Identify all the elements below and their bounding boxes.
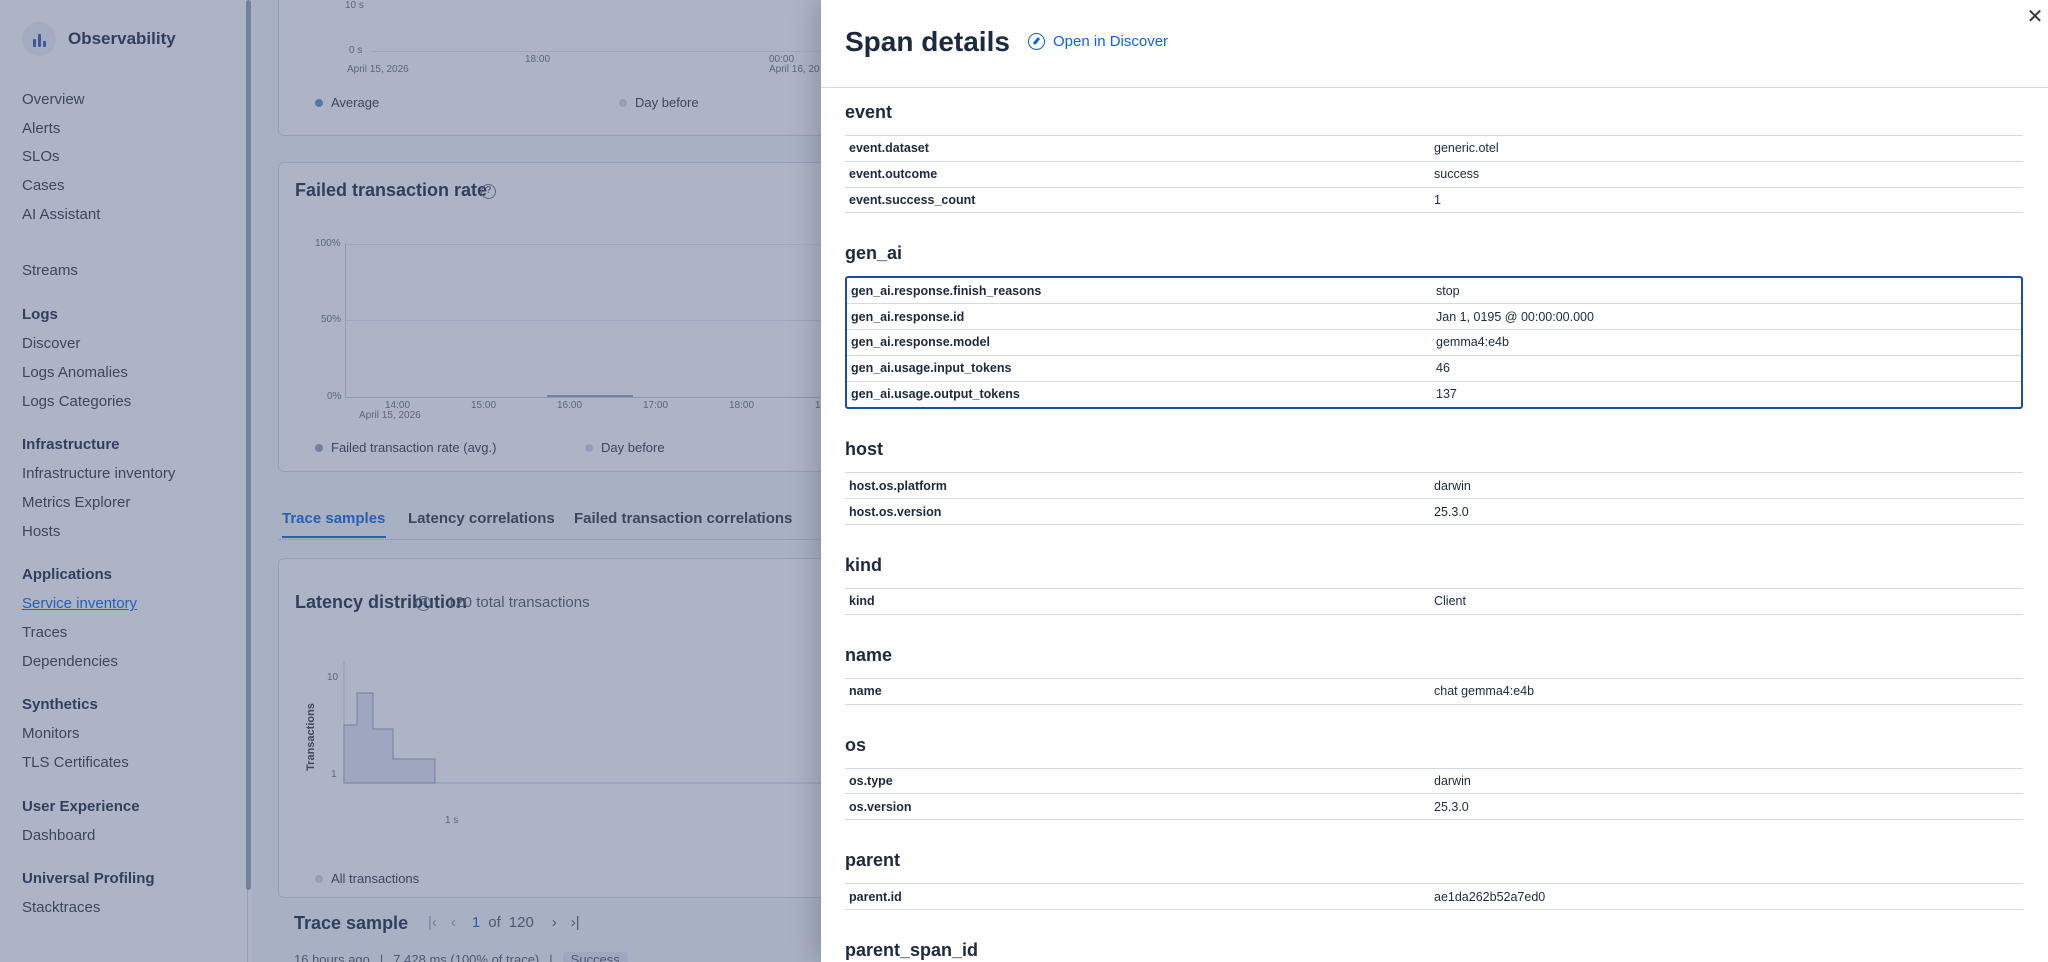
table-row[interactable]: os.type darwin: [845, 769, 2023, 795]
field-value: ae1da262b52a7ed0: [1434, 889, 1546, 904]
field-value: darwin: [1434, 773, 1471, 788]
flyout-overlay[interactable]: [0, 0, 821, 962]
field-name: host.os.version: [849, 504, 942, 519]
field-value: 137: [1436, 387, 1457, 402]
section-event: event event.dataset generic.otel event.ou…: [845, 96, 2023, 214]
kv-table-highlighted: gen_ai.response.finish_reasons stop gen_a…: [845, 276, 2023, 410]
open-in-discover-label: Open in Discover: [1053, 33, 1169, 50]
table-row[interactable]: kind Client: [845, 589, 2023, 615]
section-gen-ai: gen_ai gen_ai.response.finish_reasons sto…: [845, 237, 2023, 410]
section-title: os: [845, 734, 867, 755]
field-name: os.type: [849, 773, 893, 788]
section-title: name: [845, 644, 893, 665]
table-row[interactable]: event.success_count 1: [845, 188, 2023, 214]
field-value: 46: [1436, 361, 1450, 376]
kv-table: event.dataset generic.otel event.outcome s…: [845, 135, 2023, 214]
table-row[interactable]: parent.id ae1da262b52a7ed0: [845, 884, 2023, 910]
flyout-body: event event.dataset generic.otel event.ou…: [845, 88, 2023, 962]
table-row[interactable]: host.os.platform darwin: [845, 473, 2023, 500]
field-name: name: [849, 684, 882, 699]
field-name: host.os.platform: [849, 478, 947, 493]
table-row[interactable]: name chat gemma4:e4b: [845, 679, 2023, 705]
field-value: chat gemma4:e4b: [1434, 684, 1535, 699]
section-title: event: [845, 102, 893, 122]
section-os: os os.type darwin os.version 25.3.0: [845, 729, 2023, 821]
field-name: kind: [849, 594, 875, 609]
table-row[interactable]: gen_ai.usage.input_tokens 46: [847, 356, 2021, 382]
flyout-header: Span details Open in Discover ✕: [821, 0, 2048, 88]
field-value: 25.3.0: [1434, 504, 1469, 519]
section-host: host host.os.platform darwin host.os.vers…: [845, 433, 2023, 525]
section-title: parent_span_id: [845, 939, 979, 960]
kv-table: host.os.platform darwin host.os.version 25…: [845, 472, 2023, 525]
field-name: parent.id: [849, 889, 902, 904]
field-name: gen_ai.usage.input_tokens: [851, 361, 1012, 376]
close-icon[interactable]: ✕: [2026, 7, 2044, 27]
field-value: 25.3.0: [1434, 799, 1469, 814]
field-name: gen_ai.response.finish_reasons: [851, 283, 1042, 298]
flyout-title: Span details: [845, 26, 1010, 57]
section-name: name name chat gemma4:e4b: [845, 639, 2023, 705]
table-row[interactable]: os.version 25.3.0: [845, 794, 2023, 821]
table-row[interactable]: event.outcome success: [845, 162, 2023, 188]
span-details-flyout: Span details Open in Discover ✕ event ev…: [821, 0, 2048, 962]
open-in-discover-link[interactable]: Open in Discover: [1028, 33, 1168, 50]
kv-table: kind Client: [845, 587, 2023, 615]
table-row[interactable]: event.dataset generic.otel: [845, 136, 2023, 162]
table-row[interactable]: host.os.version 25.3.0: [845, 499, 2023, 525]
field-name: event.dataset: [849, 141, 929, 156]
field-value: Jan 1, 0195 @ 00:00:00.000: [1436, 309, 1594, 324]
table-row[interactable]: gen_ai.usage.output_tokens 137: [847, 382, 2021, 408]
section-kind: kind kind Client: [845, 549, 2023, 615]
section-title: gen_ai: [845, 243, 903, 264]
compass-icon: [1028, 33, 1045, 50]
table-row[interactable]: gen_ai.response.model gemma4:e4b: [847, 330, 2021, 356]
section-parent: parent parent.id ae1da262b52a7ed0: [845, 844, 2023, 910]
field-name: gen_ai.usage.output_tokens: [851, 387, 1020, 402]
field-value: 1: [1434, 192, 1441, 207]
kv-table: os.type darwin os.version 25.3.0: [845, 767, 2023, 821]
field-name: event.outcome: [849, 167, 938, 182]
section-title: host: [845, 439, 883, 460]
field-value: Client: [1434, 594, 1466, 609]
kv-table: parent.id ae1da262b52a7ed0: [845, 883, 2023, 910]
section-title: kind: [845, 554, 883, 575]
field-name: os.version: [849, 799, 912, 814]
field-name: gen_ai.response.id: [851, 309, 965, 324]
field-value: stop: [1436, 283, 1460, 298]
field-value: generic.otel: [1434, 141, 1499, 156]
section-parent-span-id: parent_span_id: [845, 934, 2023, 962]
table-row[interactable]: gen_ai.response.id Jan 1, 0195 @ 00:00:00…: [847, 304, 2021, 330]
field-value: gemma4:e4b: [1436, 335, 1509, 350]
field-name: event.success_count: [849, 192, 976, 207]
field-value: success: [1434, 167, 1480, 182]
field-name: gen_ai.response.model: [851, 335, 990, 350]
kv-table: name chat gemma4:e4b: [845, 677, 2023, 705]
table-row[interactable]: gen_ai.response.finish_reasons stop: [847, 278, 2021, 305]
field-value: darwin: [1434, 478, 1471, 493]
section-title: parent: [845, 850, 901, 871]
